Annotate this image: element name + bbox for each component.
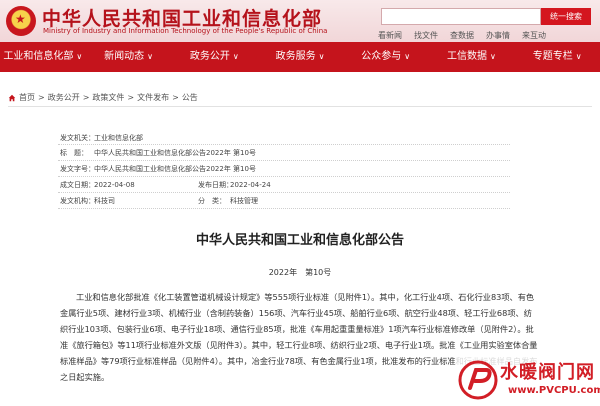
meta-row-org: 发文机构： 科技司 分 类： 科技管理 [58, 193, 510, 209]
chevron-down-icon: ∨ [232, 52, 239, 61]
main-nav: 工业和信息化部 ∨ 新闻动态 ∨ 政务公开 ∨ 政务服务 ∨ 公众参与 ∨ 工信数据 ∨ 专… [0, 42, 600, 72]
breadcrumb-separator: > [82, 93, 90, 102]
breadcrumb-release[interactable]: 文件发布 [137, 92, 169, 103]
watermark-logo-icon [458, 360, 498, 400]
search-input[interactable] [381, 8, 541, 25]
nav-item-label: 工业和信息化部 [3, 51, 74, 62]
document-number: 2022年 第10号 [268, 268, 332, 277]
meta-value: 工业和信息化部 [94, 134, 143, 142]
search-button[interactable]: 统一搜索 [541, 8, 591, 25]
breadcrumb-home[interactable]: 首页 [19, 92, 35, 103]
toplink-files[interactable]: 找文件 [414, 30, 438, 41]
watermark-text: 水暖阀门网 [500, 362, 595, 383]
meta-label: 发文机关： [60, 134, 95, 142]
chevron-down-icon: ∨ [575, 52, 582, 61]
meta-value: 中华人民共和国工业和信息化部公告2022年 第10号 [94, 149, 256, 157]
nav-item-ministry[interactable]: 工业和信息化部 ∨ [0, 42, 86, 72]
toplink-news[interactable]: 看新闻 [378, 30, 402, 41]
chevron-down-icon: ∨ [490, 52, 496, 61]
document-title: 中华人民共和国工业和信息化部公告 [195, 233, 404, 248]
breadcrumb-separator: > [172, 93, 179, 102]
meta-value: 2022-04-24 [230, 181, 271, 189]
nav-item-participation[interactable]: 公众参与 ∨ [343, 42, 429, 72]
meta-label: 成文日期： [60, 181, 95, 189]
chevron-down-icon: ∨ [318, 52, 325, 61]
meta-row-title: 标 题： 中华人民共和国工业和信息化部公告2022年 第10号 [58, 145, 510, 161]
breadcrumb-public[interactable]: 政务公开 [48, 92, 80, 103]
site-header: 中华人民共和国工业和信息化部 Ministry of Industry and … [0, 0, 600, 42]
breadcrumb-notice[interactable]: 公告 [182, 92, 198, 103]
chevron-down-icon: ∨ [404, 52, 411, 61]
chevron-down-icon: ∨ [76, 52, 83, 61]
nav-item-label: 政务公开 [189, 51, 230, 62]
site-subtitle: Ministry of Industry and Information Tec… [43, 27, 328, 35]
breadcrumb-separator: > [38, 93, 45, 102]
document-meta-table: 发文机关： 工业和信息化部 标 题： 中华人民共和国工业和信息化部公告2022年… [58, 131, 510, 209]
nav-item-label: 政务服务 [275, 51, 316, 62]
breadcrumb-policy[interactable]: 政策文件 [92, 92, 124, 103]
meta-row-issuer: 发文机关： 工业和信息化部 [58, 131, 510, 145]
national-emblem-icon[interactable] [6, 6, 36, 36]
meta-row-dates: 成文日期： 2022-04-08 发布日期： 2022-04-24 [58, 177, 510, 193]
nav-item-data[interactable]: 工信数据 ∨ [429, 42, 515, 72]
home-icon [8, 94, 16, 101]
meta-label: 发文机构： [60, 197, 95, 205]
meta-label: 发文字号： [60, 165, 95, 173]
breadcrumb: 首页 > 政务公开 > 政策文件 > 文件发布 > 公告 [8, 92, 198, 103]
chevron-down-icon: ∨ [147, 52, 153, 61]
nav-item-label: 新闻动态 [104, 51, 145, 62]
top-links: 看新闻 找文件 查数据 办事情 来互动 [378, 30, 546, 41]
nav-item-label: 公众参与 [361, 51, 402, 62]
meta-value: 科技司 [94, 197, 115, 205]
meta-label: 分 类： [198, 197, 226, 205]
nav-item-label: 工信数据 [447, 51, 488, 62]
breadcrumb-separator: > [127, 93, 135, 102]
meta-value: 中华人民共和国工业和信息化部公告2022年 第10号 [94, 165, 256, 173]
divider [8, 106, 592, 107]
nav-item-public[interactable]: 政务公开 ∨ [171, 42, 257, 72]
meta-value: 2022-04-08 [94, 181, 135, 189]
meta-label: 标 题： [60, 149, 88, 157]
meta-label: 发布日期： [198, 181, 233, 189]
nav-item-services[interactable]: 政务服务 ∨ [257, 42, 343, 72]
toplink-interact[interactable]: 来互动 [522, 30, 546, 41]
nav-item-topics[interactable]: 专题专栏 ∨ [514, 42, 600, 72]
watermark-url: www.PVCPU.com [508, 385, 600, 396]
toplink-services[interactable]: 办事情 [486, 30, 510, 41]
toplink-data[interactable]: 查数据 [450, 30, 474, 41]
meta-value: 科技管理 [230, 197, 258, 205]
nav-item-label: 专题专栏 [532, 51, 573, 62]
meta-row-number: 发文字号： 中华人民共和国工业和信息化部公告2022年 第10号 [58, 161, 510, 177]
nav-item-news[interactable]: 新闻动态 ∨ [86, 42, 172, 72]
